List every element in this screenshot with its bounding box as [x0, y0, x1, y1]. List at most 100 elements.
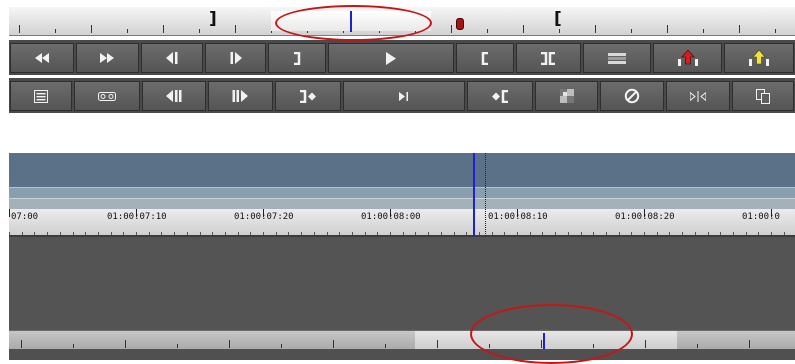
extract-button[interactable]: [724, 43, 794, 73]
tick-mark: [631, 29, 632, 33]
rewind-button[interactable]: [10, 43, 74, 73]
tick-mark: [161, 232, 163, 235]
timeline-playhead[interactable]: [473, 153, 475, 236]
tick-mark: [559, 29, 560, 33]
tick-mark: [428, 232, 430, 235]
step-back-one-frame-button[interactable]: [141, 43, 203, 73]
transport-panel: ] [: [9, 5, 795, 117]
mark-in-button[interactable]: [456, 43, 514, 73]
play-button[interactable]: [327, 43, 455, 73]
tick-mark: [288, 232, 290, 235]
timecode-ruler[interactable]: 07:00 01:00:07:10 01:00:07:20 01:00:08:0…: [9, 209, 795, 237]
tick-mark: [523, 25, 524, 33]
tick-mark: [21, 232, 23, 235]
tick-mark: [199, 29, 200, 33]
tick-mark: [127, 29, 128, 33]
tick-mark: [21, 340, 22, 348]
tick-mark: [542, 232, 544, 235]
tick-mark: [487, 29, 488, 33]
play-to-out-icon: [398, 91, 408, 101]
tick-mark: [390, 232, 391, 235]
timecode-label: 01:00:08:20: [615, 212, 675, 222]
tick-mark: [313, 232, 315, 235]
tick-mark: [186, 232, 188, 235]
timeline-position-bar[interactable]: [9, 330, 795, 350]
tick-mark: [59, 232, 61, 235]
step-forward-icon: [230, 52, 242, 64]
go-to-in-icon: [492, 89, 509, 103]
match-frame-button[interactable]: [10, 81, 73, 111]
tick-mark: [339, 232, 341, 235]
tick-mark: [618, 232, 620, 235]
go-to-out-button[interactable]: [274, 81, 341, 111]
mark-clip-icon: [541, 51, 556, 65]
tick-mark: [73, 344, 74, 348]
tick-mark: [504, 232, 506, 235]
tick-mark: [364, 232, 366, 235]
tick-mark: [123, 232, 125, 235]
tick-mark: [55, 29, 56, 33]
fast-forward-icon: [100, 53, 115, 63]
tick-mark: [437, 340, 438, 348]
mark-clip-button[interactable]: [515, 43, 582, 73]
checkerboard-icon: [559, 89, 574, 103]
tick-mark: [351, 232, 353, 235]
tick-mark: [163, 25, 164, 33]
tick-mark: [275, 232, 277, 235]
go-to-in-button[interactable]: [467, 81, 534, 111]
tick-mark: [136, 232, 137, 235]
copy-pages-icon: [755, 88, 770, 104]
tick-mark: [567, 232, 569, 235]
tick-mark: [749, 340, 750, 348]
tick-mark: [745, 232, 747, 235]
tick-mark: [491, 232, 493, 235]
tick-mark: [453, 232, 455, 235]
step-forward-ten-frames-button[interactable]: [208, 81, 273, 111]
video-quality-button[interactable]: [535, 81, 598, 111]
tick-mark: [85, 232, 87, 235]
timeline-panel: 07:00 01:00:07:10 01:00:07:20 01:00:08:0…: [9, 153, 795, 364]
video-track-area[interactable]: [9, 153, 795, 187]
tick-mark: [758, 232, 760, 235]
tick-mark: [555, 232, 557, 235]
tick-mark: [34, 232, 36, 235]
lift-button[interactable]: [652, 43, 723, 73]
tick-mark: [263, 232, 264, 235]
empty-timeline-area[interactable]: [9, 237, 795, 329]
tick-mark: [19, 25, 20, 33]
tick-mark: [237, 232, 239, 235]
tick-mark: [593, 232, 595, 235]
tick-mark: [97, 232, 99, 235]
tick-mark: [301, 232, 303, 235]
go-to-out-icon: [299, 89, 316, 103]
track-strip-2[interactable]: [9, 198, 795, 209]
tick-mark: [656, 232, 658, 235]
timecode-label: 01:00:08:10: [488, 212, 548, 222]
clear-button[interactable]: [599, 81, 664, 111]
mark-in-marker[interactable]: [: [554, 9, 562, 29]
mark-out-marker[interactable]: ]: [209, 9, 217, 29]
circle-slash-icon: [624, 88, 639, 104]
trim-mode-button[interactable]: [665, 81, 730, 111]
play-to-out-button[interactable]: [342, 81, 466, 111]
tick-mark: [47, 232, 49, 235]
copy-button[interactable]: [731, 81, 794, 111]
tick-mark: [333, 340, 334, 348]
tick-mark: [694, 232, 696, 235]
tick-mark: [402, 232, 404, 235]
mark-out-button[interactable]: [268, 43, 326, 73]
mark-in-icon: [481, 51, 488, 65]
marker-icon[interactable]: [456, 18, 464, 30]
tick-mark: [720, 232, 722, 235]
clear-marks-button[interactable]: [583, 43, 651, 73]
tick-mark: [631, 232, 633, 235]
step-back-icon: [165, 52, 178, 64]
tick-mark: [385, 344, 386, 348]
fast-forward-button[interactable]: [75, 43, 140, 73]
clear-marks-icon: [608, 52, 627, 64]
tick-mark: [605, 232, 607, 235]
tick-mark: [529, 232, 531, 235]
step-forward-one-frame-button[interactable]: [204, 43, 267, 73]
step-back-ten-frames-button[interactable]: [142, 81, 207, 111]
source-tape-button[interactable]: [74, 81, 141, 111]
